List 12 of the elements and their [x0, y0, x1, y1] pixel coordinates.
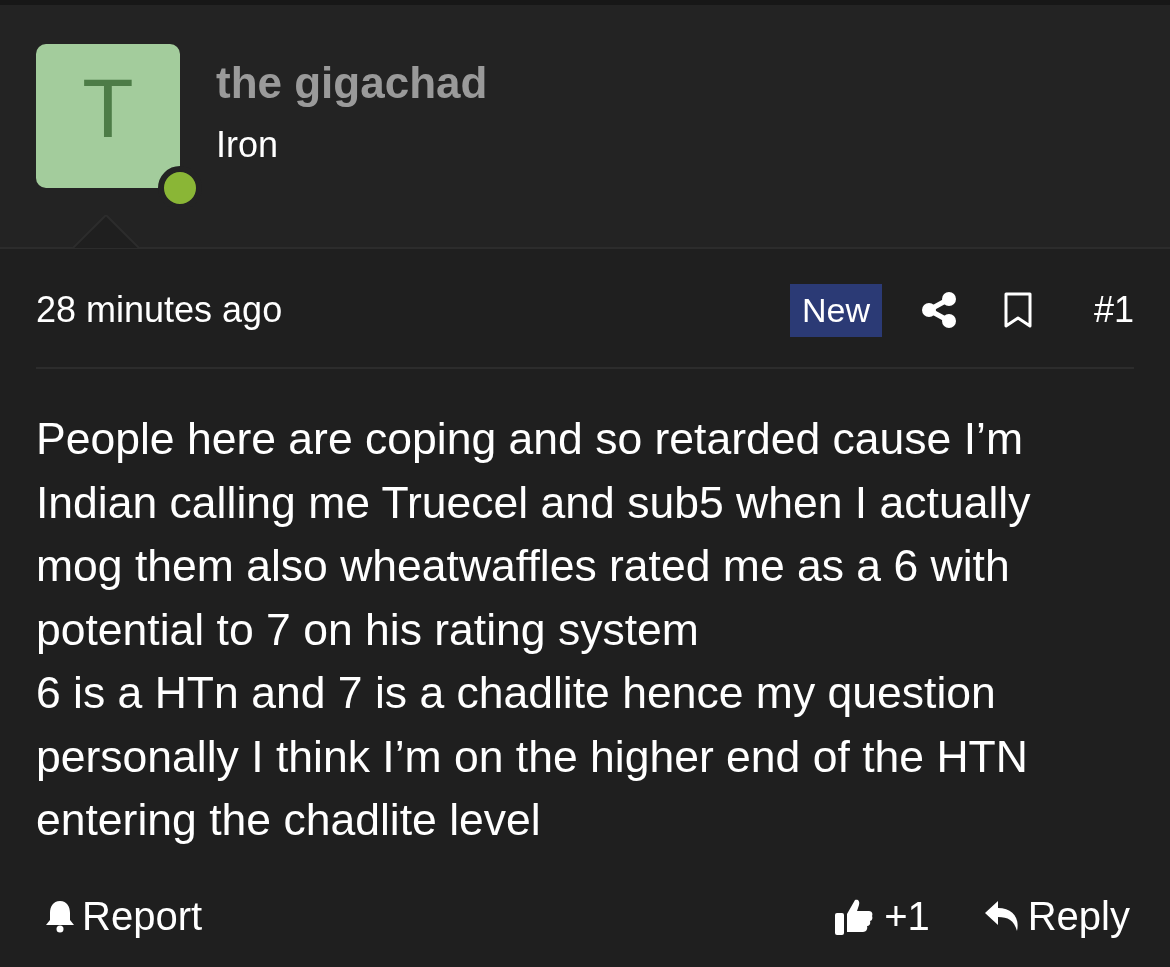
post-body: People here are coping and so retarded cause I’m Indian calling me Truecel and sub5 when I actually mog them also wheatwaffles rated me as a 6 with potential to 7 on his rating system 6 is a HTn and 7 is a chadlite hence my question personally I think I’m on the higher end of the HTN entering the chadlite level [35, 413, 1032, 846]
reply-button[interactable]: Reply [983, 893, 1130, 939]
username[interactable]: the gigachad [216, 58, 488, 108]
like-button[interactable]: +1 [834, 893, 930, 939]
user-rank: Iron [216, 124, 280, 166]
report-button[interactable]: Report [44, 893, 203, 939]
post-number[interactable]: #1 [1093, 289, 1134, 331]
bookmark-icon[interactable] [1003, 292, 1032, 328]
new-badge: New [789, 283, 882, 337]
bell-icon [44, 899, 76, 933]
post-timestamp[interactable]: 28 minutes ago [36, 289, 790, 331]
share-icon[interactable] [921, 292, 956, 328]
